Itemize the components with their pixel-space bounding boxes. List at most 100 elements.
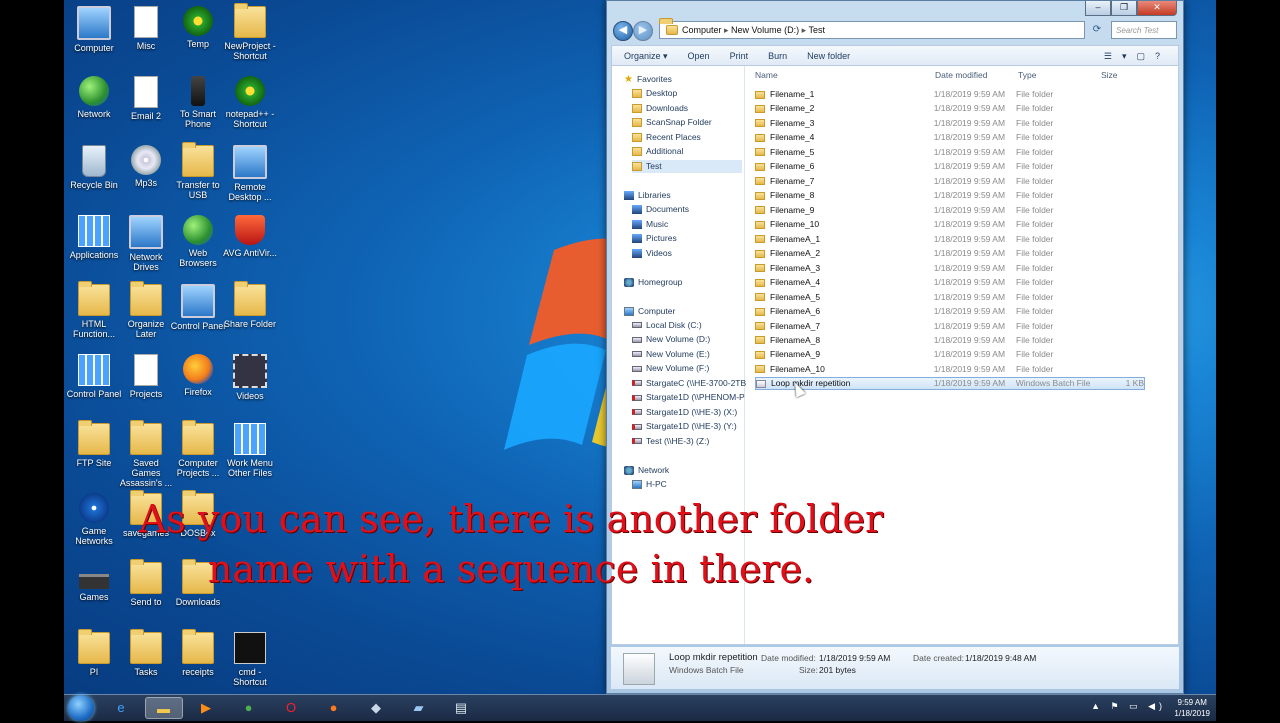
file-row[interactable]: Loop mkdir repetition 1/18/2019 9:59 AM Wi…	[755, 377, 1145, 391]
desktop-icon[interactable]: Firefox	[170, 353, 226, 397]
taskbar-app-1-icon[interactable]: ◆	[357, 697, 395, 719]
nav-item[interactable]: Test	[632, 159, 742, 173]
file-row[interactable]: Filename_2 1/18/2019 9:59 AM File folder	[755, 102, 1145, 115]
view-options-icon[interactable]: ☰▾▢?	[1104, 51, 1170, 62]
file-row[interactable]: Filename_9 1/18/2019 9:59 AM File folder	[755, 204, 1145, 217]
desktop-icon[interactable]: Applications	[66, 214, 122, 260]
nav-item[interactable]: New Volume (D:)	[632, 333, 710, 346]
file-row[interactable]: FilenameA_6 1/18/2019 9:59 AM File folder	[755, 305, 1145, 318]
nav-item[interactable]: Network	[624, 464, 669, 477]
file-row[interactable]: FilenameA_2 1/18/2019 9:59 AM File folder	[755, 247, 1145, 260]
desktop-icon[interactable]: PI	[66, 628, 122, 677]
nav-item[interactable]: New Volume (E:)	[632, 348, 710, 361]
nav-item[interactable]: Homegroup	[624, 276, 682, 289]
nav-item[interactable]: Documents	[632, 203, 689, 216]
taskbar-ie-icon[interactable]: e	[102, 697, 140, 719]
desktop-icon[interactable]: FTP Site	[66, 420, 122, 468]
column-header-size[interactable]: Size	[1101, 70, 1118, 82]
file-row[interactable]: FilenameA_10 1/18/2019 9:59 AM File folder	[755, 363, 1145, 376]
taskbar-opera-icon[interactable]: O	[272, 697, 310, 719]
desktop-icon[interactable]: Control Panel	[170, 284, 226, 331]
forward-arrow-icon[interactable]: ▶	[633, 21, 653, 41]
file-row[interactable]: Filename_5 1/18/2019 9:59 AM File folder	[755, 146, 1145, 159]
nav-item[interactable]: Test (\\HE-3) (Z:)	[632, 435, 709, 448]
back-arrow-icon[interactable]: ◀	[613, 21, 633, 41]
column-header-date[interactable]: Date modified	[935, 70, 987, 82]
desktop-icon[interactable]: Videos	[222, 353, 278, 401]
desktop-icon[interactable]: Network Drives	[118, 214, 174, 272]
taskbar-firefox-icon[interactable]: ●	[315, 697, 353, 719]
desktop-icon[interactable]: Organize Later	[118, 281, 174, 339]
nav-item[interactable]: ★ Favorites	[624, 73, 672, 86]
column-header-type[interactable]: Type	[1018, 70, 1036, 82]
nav-item[interactable]: Desktop	[632, 87, 677, 100]
taskbar-app-3-icon[interactable]: ▤	[442, 697, 480, 719]
desktop-icon[interactable]: Saved Games Assassin's ...	[118, 420, 174, 488]
desktop-icon[interactable]: Share Folder	[222, 281, 278, 329]
address-bar[interactable]: Computer ▸ New Volume (D:) ▸ Test	[659, 21, 1085, 39]
file-row[interactable]: Filename_6 1/18/2019 9:59 AM File folder	[755, 160, 1145, 173]
file-row[interactable]: FilenameA_7 1/18/2019 9:59 AM File folder	[755, 320, 1145, 333]
file-row[interactable]: FilenameA_3 1/18/2019 9:59 AM File folder	[755, 262, 1145, 275]
desktop-icon[interactable]: Computer	[66, 6, 122, 53]
print-button[interactable]: Print	[730, 51, 749, 61]
minimize-button[interactable]: –	[1085, 1, 1111, 16]
desktop-icon[interactable]: Computer Projects ...	[170, 420, 226, 478]
nav-item[interactable]: Recent Places	[632, 131, 701, 144]
start-button[interactable]	[68, 695, 94, 721]
file-row[interactable]: Filename_3 1/18/2019 9:59 AM File folder	[755, 117, 1145, 130]
breadcrumb-item[interactable]: Test	[808, 25, 825, 35]
nav-item[interactable]: Pictures	[632, 232, 677, 245]
nav-item[interactable]: Music	[632, 218, 668, 231]
system-tray-icons[interactable]: ▲ ⚑ ▭ ◀)	[1091, 701, 1166, 712]
desktop-icon[interactable]: To Smart Phone	[170, 75, 226, 129]
nav-item[interactable]: Libraries	[624, 189, 671, 202]
clock[interactable]: 9:59 AM 1/18/2019	[1174, 695, 1210, 723]
search-input[interactable]: Search Test	[1111, 21, 1177, 39]
file-row[interactable]: FilenameA_5 1/18/2019 9:59 AM File folder	[755, 291, 1145, 304]
nav-item[interactable]: H-PC	[632, 478, 667, 491]
desktop-icon[interactable]: cmd - Shortcut	[222, 631, 278, 687]
desktop-icon[interactable]: Web Browsers	[170, 214, 226, 268]
file-row[interactable]: FilenameA_4 1/18/2019 9:59 AM File folder	[755, 276, 1145, 289]
taskbar-chrome-icon[interactable]: ●	[230, 697, 268, 719]
nav-item[interactable]: Computer	[624, 305, 675, 318]
desktop-icon[interactable]: Misc	[118, 6, 174, 51]
nav-item[interactable]: New Volume (F:)	[632, 362, 709, 375]
desktop-icon[interactable]: Recycle Bin	[66, 145, 122, 190]
open-button[interactable]: Open	[688, 51, 710, 61]
nav-item[interactable]: Downloads	[632, 102, 688, 115]
desktop-icon[interactable]: AVG AntiVir...	[222, 214, 278, 258]
new-folder-button[interactable]: New folder	[807, 51, 850, 61]
desktop-icon[interactable]: Work Menu Other Files	[222, 423, 278, 478]
nav-item[interactable]: Stargate1D (\\HE-3) (X:)	[632, 406, 737, 419]
desktop-icon[interactable]: Transfer to USB	[170, 142, 226, 200]
file-row[interactable]: Filename_10 1/18/2019 9:59 AM File folder	[755, 218, 1145, 231]
file-row[interactable]: FilenameA_1 1/18/2019 9:59 AM File folder	[755, 233, 1145, 246]
desktop-icon[interactable]: Projects	[118, 353, 174, 399]
desktop-icon[interactable]: Remote Desktop ...	[222, 145, 278, 202]
file-row[interactable]: FilenameA_9 1/18/2019 9:59 AM File folder	[755, 348, 1145, 361]
organize-button[interactable]: Organize ▾	[624, 51, 668, 62]
desktop-icon[interactable]: receipts	[170, 628, 226, 677]
file-row[interactable]: Filename_4 1/18/2019 9:59 AM File folder	[755, 131, 1145, 144]
file-row[interactable]: Filename_1 1/18/2019 9:59 AM File folder	[755, 88, 1145, 101]
nav-item[interactable]: Local Disk (C:)	[632, 319, 702, 332]
taskbar-media-player-icon[interactable]: ▶	[187, 697, 225, 719]
breadcrumb-item[interactable]: New Volume (D:)	[731, 25, 799, 35]
file-row[interactable]: Filename_8 1/18/2019 9:59 AM File folder	[755, 189, 1145, 202]
desktop-icon[interactable]: Network	[66, 75, 122, 119]
breadcrumb-item[interactable]: Computer	[682, 25, 722, 35]
taskbar-app-2-icon[interactable]: ▰	[400, 697, 438, 719]
nav-item[interactable]: Stargate1D (\\HE-3) (Y:)	[632, 420, 737, 433]
nav-item[interactable]: Videos	[632, 247, 672, 260]
desktop-icon[interactable]: Control Panel	[66, 353, 122, 399]
nav-item[interactable]: StargateC (\\HE-3700-2TB	[632, 377, 746, 390]
refresh-icon[interactable]: ⟳	[1088, 21, 1106, 39]
nav-item[interactable]: Additional	[632, 145, 683, 158]
desktop-icon[interactable]: Email 2	[118, 75, 174, 121]
desktop-icon[interactable]: NewProject - Shortcut	[222, 3, 278, 61]
desktop-icon[interactable]: notepad++ - Shortcut	[222, 75, 278, 129]
close-button[interactable]: ✕	[1137, 1, 1177, 16]
nav-item[interactable]: ScanSnap Folder	[632, 116, 712, 129]
